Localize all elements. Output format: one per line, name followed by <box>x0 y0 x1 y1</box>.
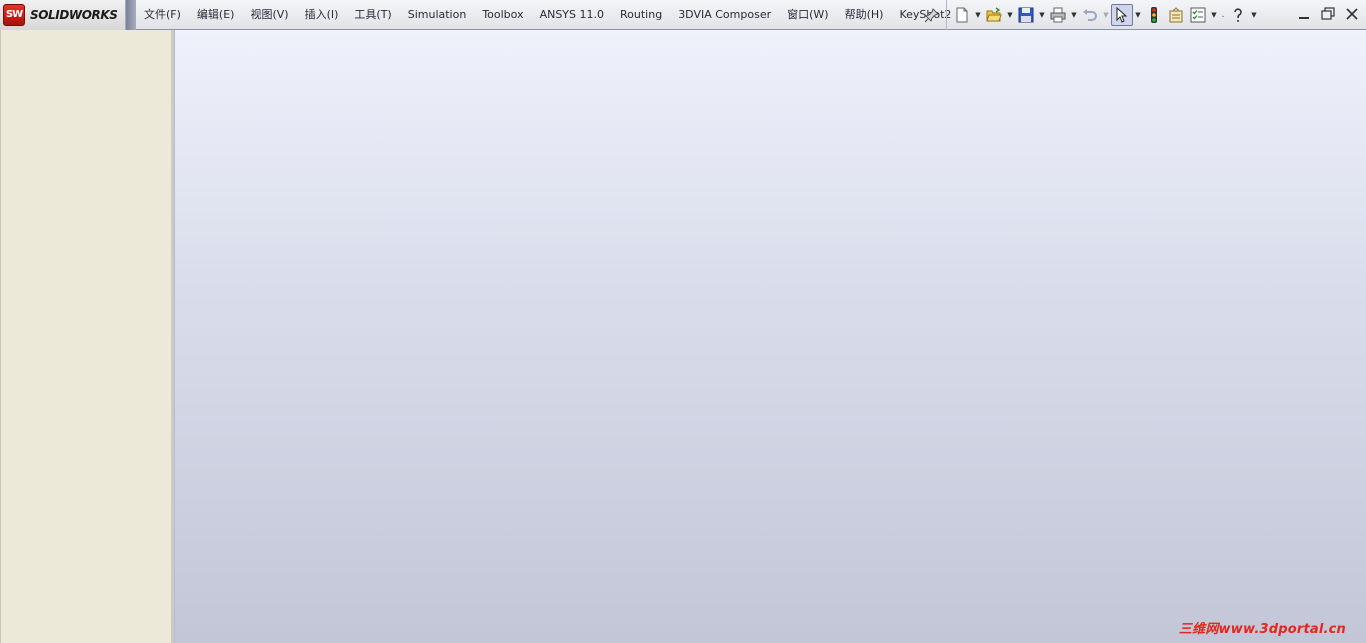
menu-simulation[interactable]: Simulation <box>400 0 475 30</box>
open-dropdown-arrow[interactable]: ▼ <box>1005 4 1015 26</box>
solidworks-logo[interactable]: SW SOLIDWORKS <box>0 0 126 30</box>
help-icon[interactable] <box>1227 4 1249 26</box>
select-dropdown-arrow[interactable]: ▼ <box>1133 4 1143 26</box>
menu-edit[interactable]: 编辑(E) <box>189 0 243 30</box>
menu-toolbox[interactable]: Toolbox <box>474 0 531 30</box>
minimize-icon[interactable] <box>1294 4 1314 24</box>
options-checklist-icon[interactable] <box>1187 4 1209 26</box>
title-menu-bar: SW SOLIDWORKS 文件(F) 编辑(E) 视图(V) 插入(I) 工具… <box>0 0 1366 30</box>
options-dropdown-arrow[interactable]: ▼ <box>1209 4 1219 26</box>
save-dropdown-arrow[interactable]: ▼ <box>1037 4 1047 26</box>
graphics-area[interactable] <box>174 30 1366 643</box>
menu-insert[interactable]: 插入(I) <box>297 0 347 30</box>
restore-icon[interactable] <box>1318 4 1338 24</box>
print-dropdown-arrow[interactable]: ▼ <box>1069 4 1079 26</box>
new-dropdown-arrow[interactable]: ▼ <box>973 4 983 26</box>
undo-icon[interactable] <box>1079 4 1101 26</box>
standard-toolbar: ▼ ▼ ▼ ▼ ▼ ▼ ▼ . ▼ <box>946 0 1259 30</box>
menu-routing[interactable]: Routing <box>612 0 670 30</box>
menu-view[interactable]: 视图(V) <box>242 0 296 30</box>
save-icon[interactable] <box>1015 4 1037 26</box>
close-icon[interactable] <box>1342 4 1362 24</box>
print-icon[interactable] <box>1047 4 1069 26</box>
menu-flyout-handle[interactable] <box>126 0 136 30</box>
menu-file[interactable]: 文件(F) <box>136 0 189 30</box>
window-controls <box>1294 4 1362 24</box>
app-name: SOLIDWORKS <box>30 8 118 22</box>
toolbar-overflow-dot[interactable]: . <box>1219 4 1227 26</box>
menu-ansys[interactable]: ANSYS 11.0 <box>532 0 612 30</box>
watermark-text: 三维网www.3dportal.cn <box>1178 622 1346 637</box>
undo-dropdown-arrow[interactable]: ▼ <box>1101 4 1111 26</box>
menu-tools[interactable]: 工具(T) <box>346 0 399 30</box>
select-arrow-icon[interactable] <box>1111 4 1133 26</box>
open-folder-icon[interactable] <box>983 4 1005 26</box>
task-pane-left <box>0 30 173 643</box>
menu-window[interactable]: 窗口(W) <box>779 0 836 30</box>
new-document-icon[interactable] <box>951 4 973 26</box>
rebuild-traffic-light-icon[interactable] <box>1143 4 1165 26</box>
help-dropdown-arrow[interactable]: ▼ <box>1249 4 1259 26</box>
menu-3dvia-composer[interactable]: 3DVIA Composer <box>670 0 779 30</box>
file-properties-icon[interactable] <box>1165 4 1187 26</box>
pin-icon[interactable] <box>924 7 940 23</box>
menu-help[interactable]: 帮助(H) <box>837 0 892 30</box>
menu-bar: 文件(F) 编辑(E) 视图(V) 插入(I) 工具(T) Simulation… <box>136 0 959 30</box>
sw-logo-icon: SW <box>3 4 25 26</box>
